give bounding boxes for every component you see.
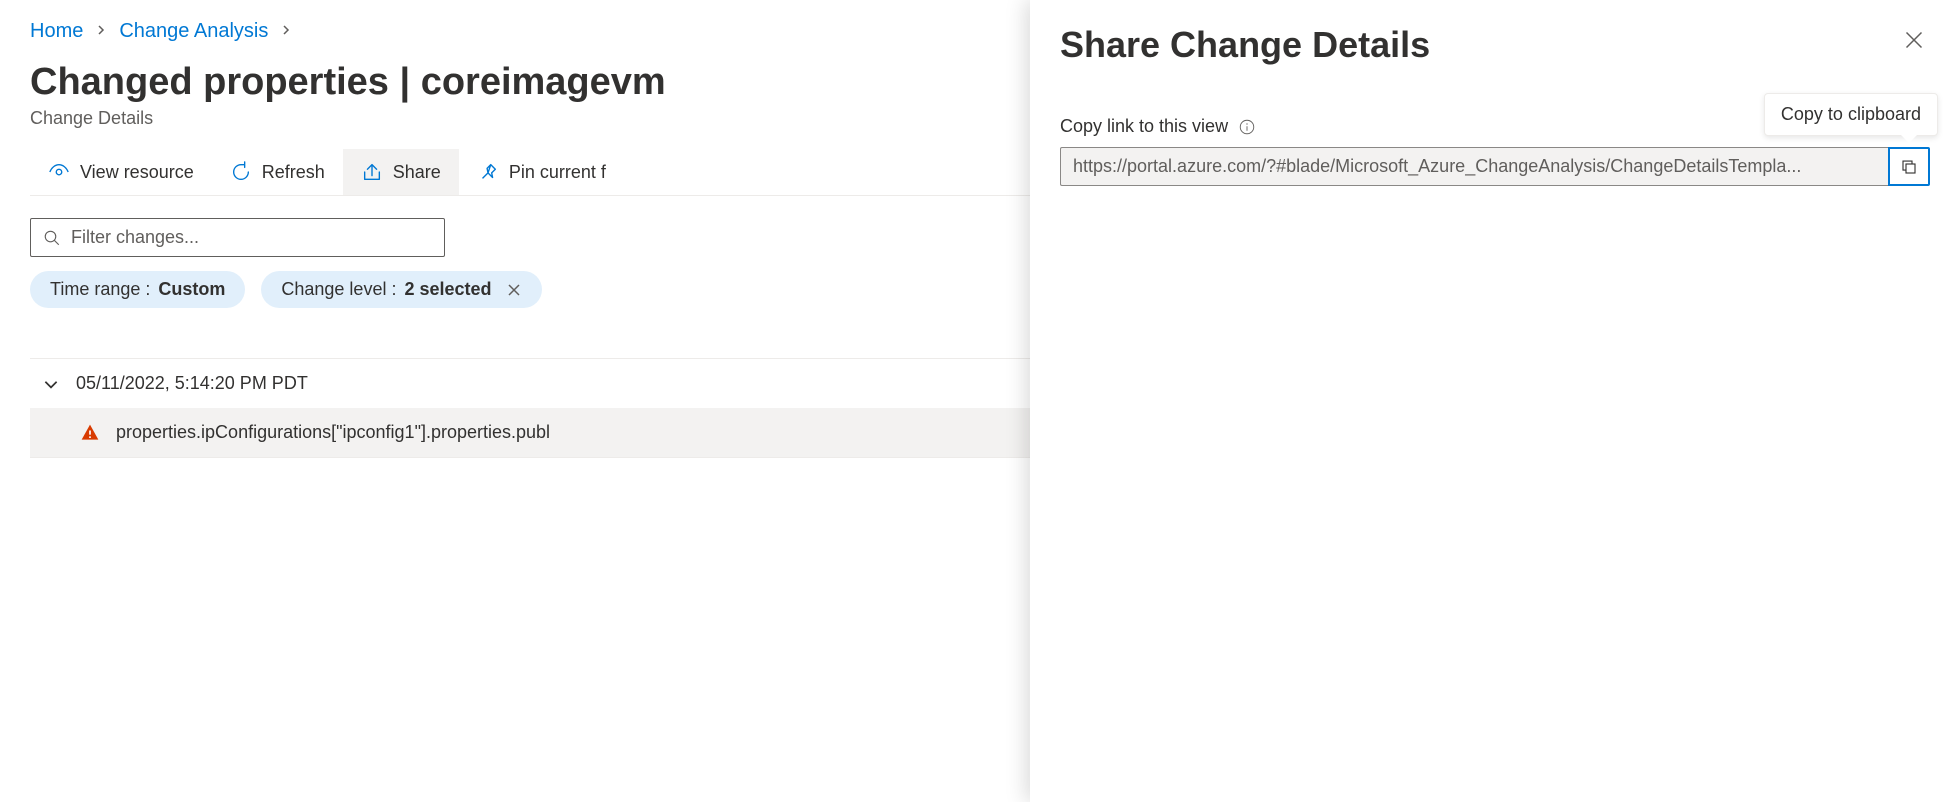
- time-range-pill[interactable]: Time range : Custom: [30, 271, 245, 308]
- copy-button[interactable]: Copy to clipboard: [1888, 147, 1930, 186]
- chevron-down-icon: [42, 375, 60, 393]
- filter-input-wrapper[interactable]: [30, 218, 445, 257]
- share-label: Share: [393, 162, 441, 183]
- refresh-icon: [230, 161, 252, 183]
- pin-icon: [477, 161, 499, 183]
- chevron-right-icon: [95, 23, 107, 41]
- copy-tooltip: Copy to clipboard: [1764, 93, 1938, 136]
- breadcrumb-home[interactable]: Home: [30, 20, 83, 43]
- refresh-button[interactable]: Refresh: [212, 149, 343, 195]
- close-icon[interactable]: [506, 282, 522, 298]
- refresh-label: Refresh: [262, 162, 325, 183]
- change-level-label: Change level :: [281, 279, 396, 300]
- copy-icon: [1900, 158, 1918, 176]
- search-icon: [43, 229, 61, 247]
- change-level-value: 2 selected: [404, 279, 491, 300]
- breadcrumb-change-analysis[interactable]: Change Analysis: [119, 20, 268, 43]
- info-icon[interactable]: [1238, 118, 1256, 136]
- chevron-right-icon: [280, 23, 292, 41]
- view-resource-button[interactable]: View resource: [30, 149, 212, 195]
- share-button[interactable]: Share: [343, 149, 459, 195]
- time-range-label: Time range :: [50, 279, 150, 300]
- pin-button[interactable]: Pin current f: [459, 149, 624, 195]
- eye-icon: [48, 161, 70, 183]
- view-resource-label: View resource: [80, 162, 194, 183]
- warning-icon: [80, 423, 100, 443]
- share-panel: Share Change Details Copy link to this v…: [1030, 0, 1960, 802]
- share-icon: [361, 161, 383, 183]
- filter-input[interactable]: [71, 227, 432, 248]
- change-property-path: properties.ipConfigurations["ipconfig1"]…: [116, 422, 550, 443]
- pin-label: Pin current f: [509, 162, 606, 183]
- close-panel-button[interactable]: [1898, 24, 1930, 56]
- change-level-pill[interactable]: Change level : 2 selected: [261, 271, 541, 308]
- time-range-value: Custom: [158, 279, 225, 300]
- panel-title: Share Change Details: [1060, 24, 1430, 66]
- share-url-input[interactable]: [1060, 147, 1888, 186]
- group-timestamp: 05/11/2022, 5:14:20 PM PDT: [76, 373, 308, 394]
